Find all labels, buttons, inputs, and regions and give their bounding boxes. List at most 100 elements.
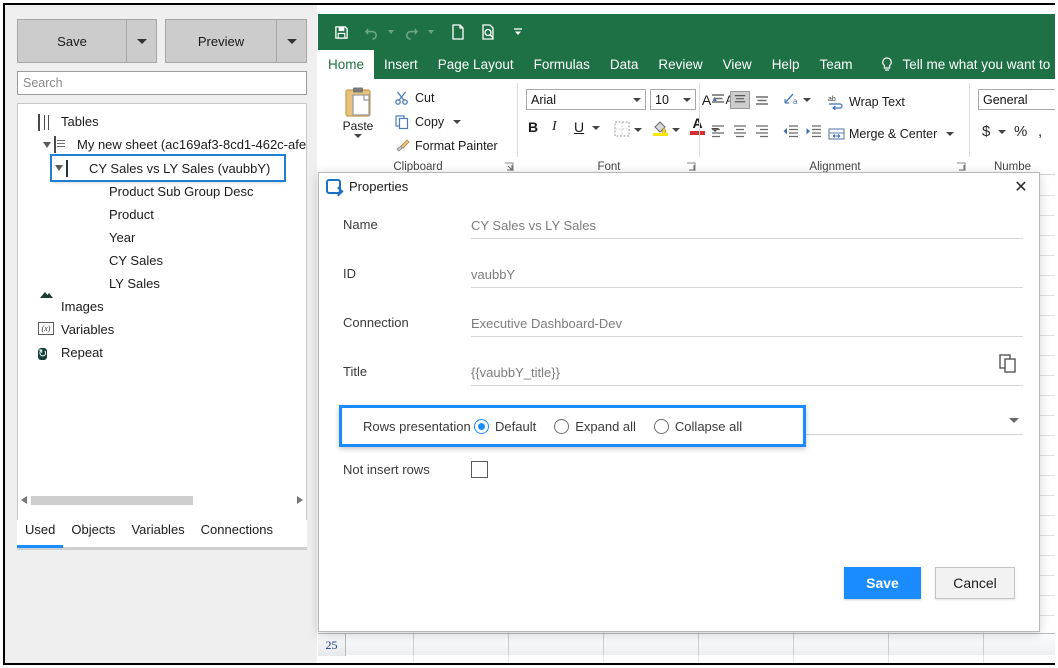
- save-dropdown-toggle[interactable]: [127, 19, 157, 63]
- tree-item-product-sub-group-desc[interactable]: Product Sub Group Desc: [72, 180, 306, 203]
- cut-button[interactable]: Cut: [394, 87, 434, 109]
- scroll-left-arrow-icon[interactable]: [17, 496, 31, 504]
- tree-expander-icon[interactable]: [40, 142, 54, 148]
- input-connection[interactable]: Executive Dashboard-Dev: [471, 311, 1023, 337]
- align-left-button[interactable]: [710, 123, 726, 139]
- chevron-down-icon[interactable]: [1009, 418, 1019, 423]
- tree-item-variables[interactable]: (x)Variables: [24, 318, 306, 341]
- alignment-dialog-launcher-icon[interactable]: [956, 162, 966, 172]
- sidebar-tab-used[interactable]: Used: [17, 520, 63, 545]
- tree-item-repeat[interactable]: ↻Repeat: [24, 341, 306, 364]
- ribbon-tab-data[interactable]: Data: [600, 50, 649, 79]
- tree-item-ly-sales[interactable]: LY Sales: [72, 272, 306, 295]
- comma-format-button[interactable]: ,: [1038, 123, 1042, 140]
- sidebar-search-input[interactable]: Search: [17, 71, 307, 95]
- redo-dropdown-icon[interactable]: [426, 19, 436, 45]
- copy-button[interactable]: Copy: [394, 111, 461, 133]
- radio-indicator[interactable]: [654, 419, 669, 434]
- dialog-cancel-button[interactable]: Cancel: [935, 567, 1015, 599]
- clipboard-dialog-launcher-icon[interactable]: [504, 162, 514, 172]
- tree-item-tables[interactable]: Tables: [24, 110, 306, 133]
- dialog-save-button[interactable]: Save: [844, 567, 921, 599]
- tree-item-images[interactable]: Images: [24, 295, 306, 318]
- align-center-button[interactable]: [732, 123, 748, 139]
- radio-indicator[interactable]: [554, 419, 569, 434]
- tell-me-search[interactable]: Tell me what you want to: [862, 50, 1050, 79]
- save-icon[interactable]: [326, 19, 356, 45]
- chevron-down-icon[interactable]: [453, 120, 461, 124]
- scrollbar-track[interactable]: [31, 496, 293, 505]
- align-bottom-button[interactable]: [754, 92, 770, 108]
- chevron-down-icon[interactable]: [683, 98, 691, 102]
- increase-indent-button[interactable]: [805, 123, 822, 139]
- new-document-icon[interactable]: [443, 19, 473, 45]
- underline-button[interactable]: U: [574, 119, 584, 135]
- font-size-combobox[interactable]: 10: [650, 89, 696, 110]
- align-right-button[interactable]: [754, 123, 770, 139]
- copy-icon[interactable]: [999, 354, 1017, 374]
- ribbon-tab-view[interactable]: View: [713, 50, 762, 79]
- ribbon-tab-page-layout[interactable]: Page Layout: [428, 50, 524, 79]
- percent-format-button[interactable]: %: [1014, 123, 1027, 140]
- preview-button[interactable]: Preview: [165, 19, 277, 63]
- tree-horizontal-scrollbar[interactable]: [17, 492, 307, 508]
- merge-center-button[interactable]: Merge & Center: [828, 123, 954, 145]
- borders-button[interactable]: [614, 121, 630, 137]
- save-split-button[interactable]: Save: [17, 19, 157, 63]
- preview-split-button[interactable]: Preview: [165, 19, 307, 63]
- radio-collapse-all[interactable]: Collapse all: [654, 419, 742, 434]
- input-id[interactable]: vaubbY: [471, 262, 1023, 288]
- chevron-down-icon[interactable]: [354, 134, 362, 138]
- chevron-down-icon[interactable]: [803, 98, 811, 102]
- align-middle-button[interactable]: [730, 91, 750, 109]
- tree-item-product[interactable]: Product: [72, 203, 306, 226]
- print-preview-icon[interactable]: [473, 19, 503, 45]
- chevron-down-icon[interactable]: [672, 128, 680, 132]
- currency-format-button[interactable]: $: [982, 123, 990, 140]
- input-name[interactable]: CY Sales vs LY Sales: [471, 213, 1023, 239]
- ribbon-tab-help[interactable]: Help: [762, 50, 810, 79]
- ribbon-tab-home[interactable]: Home: [318, 50, 374, 79]
- ribbon-tab-formulas[interactable]: Formulas: [524, 50, 600, 79]
- close-icon[interactable]: ✕: [1011, 177, 1031, 197]
- redo-icon[interactable]: [396, 19, 426, 45]
- ribbon-tab-team[interactable]: Team: [809, 50, 862, 79]
- decrease-indent-button[interactable]: [782, 123, 799, 139]
- chevron-down-icon[interactable]: [634, 128, 642, 132]
- scrollbar-thumb[interactable]: [31, 496, 193, 505]
- undo-icon[interactable]: [356, 19, 386, 45]
- chevron-down-icon[interactable]: [998, 130, 1006, 134]
- align-top-button[interactable]: [710, 92, 726, 108]
- tree-expander-icon[interactable]: [52, 165, 66, 171]
- font-name-combobox[interactable]: Arial: [526, 89, 646, 110]
- paste-button[interactable]: Paste: [332, 85, 384, 138]
- customize-qat-icon[interactable]: [503, 19, 533, 45]
- tree-item-cy-sales[interactable]: CY Sales: [72, 249, 306, 272]
- chevron-down-icon[interactable]: [946, 132, 954, 136]
- tree-item-year[interactable]: Year: [72, 226, 306, 249]
- input-title[interactable]: {{vaubbY_title}}: [471, 360, 1023, 386]
- sidebar-tab-variables[interactable]: Variables: [123, 520, 192, 545]
- checkbox-not-insert-rows[interactable]: [471, 461, 488, 478]
- sidebar-tab-objects[interactable]: Objects: [63, 520, 123, 545]
- font-dialog-launcher-icon[interactable]: [686, 162, 696, 172]
- fill-color-button[interactable]: [652, 119, 669, 136]
- number-format-combobox[interactable]: General: [978, 89, 1055, 110]
- chevron-down-icon[interactable]: [633, 98, 641, 102]
- undo-dropdown-icon[interactable]: [386, 19, 396, 45]
- radio-expand-all[interactable]: Expand all: [554, 419, 636, 434]
- orientation-button[interactable]: a: [782, 91, 800, 107]
- ribbon-tab-review[interactable]: Review: [648, 50, 712, 79]
- radio-default[interactable]: Default: [474, 419, 536, 434]
- sidebar-tab-connections[interactable]: Connections: [193, 520, 281, 545]
- row-header-25[interactable]: 25: [318, 634, 346, 656]
- radio-indicator[interactable]: [474, 419, 489, 434]
- save-button[interactable]: Save: [17, 19, 127, 63]
- preview-dropdown-toggle[interactable]: [277, 19, 307, 63]
- tree-item-my-new-sheet-ac169af3-8cd1-462c-afec[interactable]: My new sheet (ac169af3-8cd1-462c-afec-: [40, 133, 306, 156]
- wrap-text-button[interactable]: ab Wrap Text: [828, 91, 905, 113]
- ribbon-tab-insert[interactable]: Insert: [374, 50, 428, 79]
- tree-item-cy-sales-vs-ly-sales-vaubby[interactable]: CY Sales vs LY Sales (vaubbY): [52, 156, 284, 180]
- italic-button[interactable]: I: [552, 119, 557, 135]
- format-painter-button[interactable]: Format Painter: [394, 135, 498, 157]
